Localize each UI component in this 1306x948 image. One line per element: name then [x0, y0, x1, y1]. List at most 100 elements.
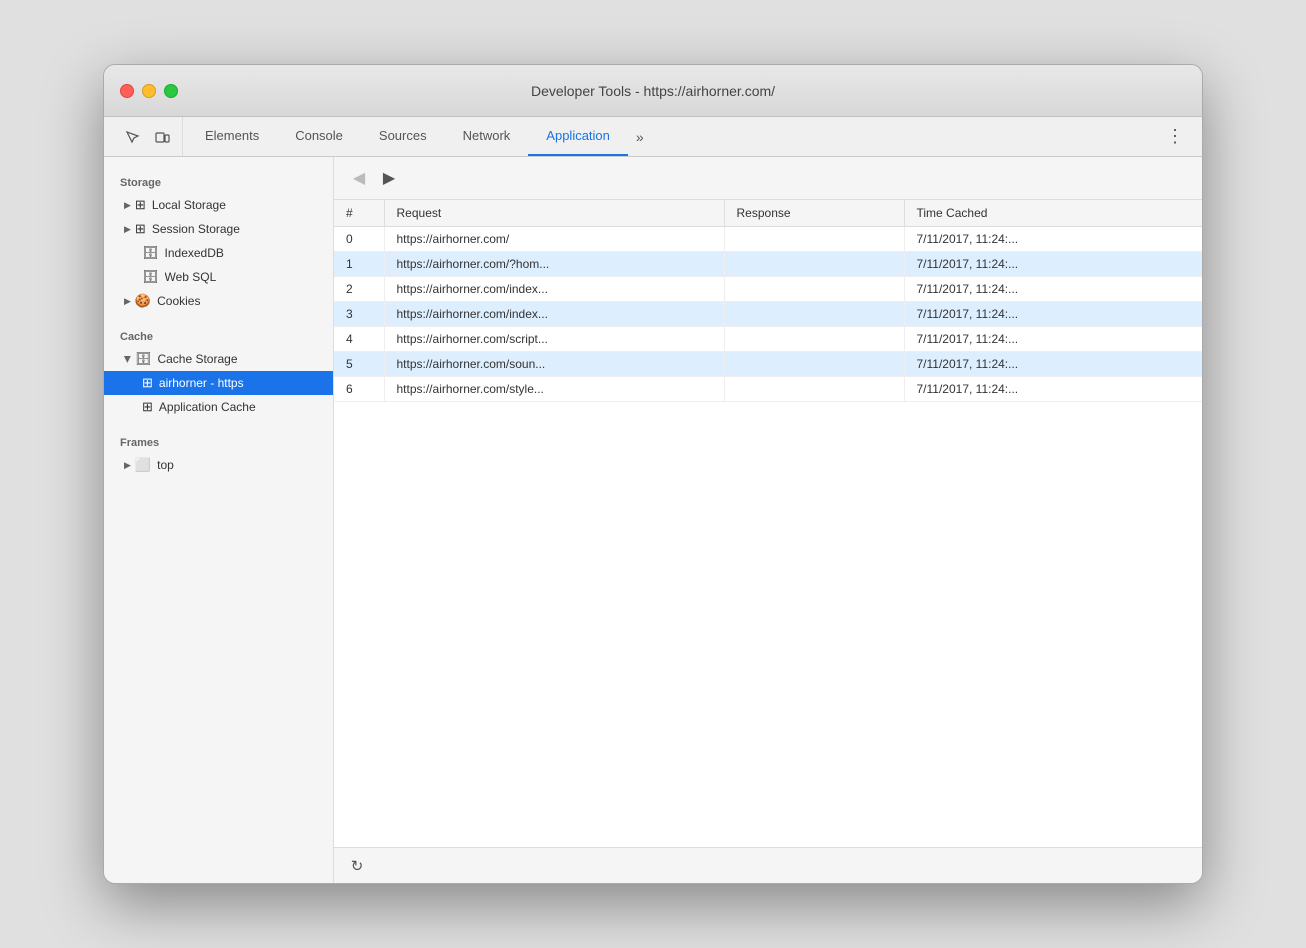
app-cache-icon: ⊞ — [142, 399, 153, 415]
table-header-row: # Request Response Time Cached — [334, 200, 1202, 227]
main-content: Storage ▶ ⊞ Local Storage ▶ ⊞ Session St… — [104, 157, 1202, 883]
top-label: top — [157, 458, 174, 472]
airhorner-label: airhorner - https — [159, 376, 244, 390]
indexeddb-label: IndexedDB — [165, 246, 224, 260]
cell-response — [724, 277, 904, 302]
sidebar-item-cache-storage[interactable]: ▶ 🗄 Cache Storage — [104, 347, 333, 371]
sidebar-item-top[interactable]: ▶ ⬜ top — [104, 453, 333, 477]
cell-response — [724, 302, 904, 327]
cache-section-label: Cache — [104, 321, 333, 347]
session-storage-icon: ⊞ — [135, 221, 146, 237]
cell-response — [724, 327, 904, 352]
tabbar: Elements Console Sources Network Applica… — [104, 117, 1202, 157]
content-panel: ◀ ▶ # Request Response Time Cached — [334, 157, 1202, 883]
arrow-expanded-icon: ▶ — [122, 356, 133, 363]
table-row[interactable]: 5 https://airhorner.com/soun... 7/11/201… — [334, 352, 1202, 377]
cell-time: 7/11/2017, 11:24:... — [904, 252, 1202, 277]
cell-request: https://airhorner.com/ — [384, 227, 724, 252]
app-cache-label: Application Cache — [159, 400, 256, 414]
cache-table: # Request Response Time Cached 0 https:/… — [334, 200, 1202, 847]
cache-storage-label: Cache Storage — [157, 352, 237, 366]
tab-console[interactable]: Console — [277, 117, 361, 156]
minimize-button[interactable] — [142, 84, 156, 98]
content-toolbar: ◀ ▶ — [334, 157, 1202, 200]
cell-num: 0 — [334, 227, 384, 252]
cell-num: 6 — [334, 377, 384, 402]
local-storage-icon: ⊞ — [135, 197, 146, 213]
cell-request: https://airhorner.com/index... — [384, 277, 724, 302]
devtools-icons — [112, 117, 183, 156]
websql-icon: 🗄 — [142, 269, 159, 285]
cell-time: 7/11/2017, 11:24:... — [904, 377, 1202, 402]
session-storage-label: Session Storage — [152, 222, 240, 236]
cell-request: https://airhorner.com/style... — [384, 377, 724, 402]
cell-request: https://airhorner.com/soun... — [384, 352, 724, 377]
inspect-icon[interactable] — [120, 125, 144, 149]
cell-num: 1 — [334, 252, 384, 277]
sidebar-item-cookies[interactable]: ▶ 🍪 Cookies — [104, 289, 333, 313]
cookies-label: Cookies — [157, 294, 200, 308]
cell-time: 7/11/2017, 11:24:... — [904, 352, 1202, 377]
table-row[interactable]: 6 https://airhorner.com/style... 7/11/20… — [334, 377, 1202, 402]
top-frame-icon: ⬜ — [135, 457, 151, 473]
tabbar-spacer — [652, 117, 1156, 156]
window-title: Developer Tools - https://airhorner.com/ — [531, 83, 775, 99]
table-row[interactable]: 4 https://airhorner.com/script... 7/11/2… — [334, 327, 1202, 352]
table-body: 0 https://airhorner.com/ 7/11/2017, 11:2… — [334, 227, 1202, 402]
table-row[interactable]: 0 https://airhorner.com/ 7/11/2017, 11:2… — [334, 227, 1202, 252]
col-header-num: # — [334, 200, 384, 227]
cell-num: 3 — [334, 302, 384, 327]
tabs-more-button[interactable]: » — [628, 117, 652, 156]
storage-section-label: Storage — [104, 167, 333, 193]
tab-application[interactable]: Application — [528, 117, 628, 156]
cell-request: https://airhorner.com/?hom... — [384, 252, 724, 277]
cache-storage-icon: 🗄 — [135, 351, 152, 367]
cell-response — [724, 352, 904, 377]
cell-request: https://airhorner.com/script... — [384, 327, 724, 352]
sidebar-item-session-storage[interactable]: ▶ ⊞ Session Storage — [104, 217, 333, 241]
cell-response — [724, 252, 904, 277]
devtools-window: Developer Tools - https://airhorner.com/… — [103, 64, 1203, 884]
indexeddb-icon: 🗄 — [142, 245, 159, 261]
cell-num: 5 — [334, 352, 384, 377]
arrow-icon: ▶ — [124, 200, 131, 211]
airhorner-icon: ⊞ — [142, 375, 153, 391]
col-header-time: Time Cached — [904, 200, 1202, 227]
forward-button[interactable]: ▶ — [376, 165, 402, 191]
col-header-response: Response — [724, 200, 904, 227]
tab-elements[interactable]: Elements — [187, 117, 277, 156]
cell-num: 4 — [334, 327, 384, 352]
cell-request: https://airhorner.com/index... — [384, 302, 724, 327]
cell-time: 7/11/2017, 11:24:... — [904, 227, 1202, 252]
cell-time: 7/11/2017, 11:24:... — [904, 302, 1202, 327]
table-row[interactable]: 2 https://airhorner.com/index... 7/11/20… — [334, 277, 1202, 302]
traffic-lights — [120, 84, 178, 98]
sidebar: Storage ▶ ⊞ Local Storage ▶ ⊞ Session St… — [104, 157, 334, 883]
bottom-bar: ↻ — [334, 847, 1202, 883]
arrow-icon: ▶ — [124, 224, 131, 235]
back-button[interactable]: ◀ — [346, 165, 372, 191]
table-row[interactable]: 3 https://airhorner.com/index... 7/11/20… — [334, 302, 1202, 327]
cookies-icon: 🍪 — [135, 293, 151, 309]
tab-network[interactable]: Network — [445, 117, 529, 156]
arrow-icon: ▶ — [124, 296, 131, 307]
websql-label: Web SQL — [165, 270, 217, 284]
sidebar-item-websql[interactable]: 🗄 Web SQL — [104, 265, 333, 289]
local-storage-label: Local Storage — [152, 198, 226, 212]
requests-table: # Request Response Time Cached 0 https:/… — [334, 200, 1202, 402]
sidebar-item-airhorner[interactable]: ⊞ airhorner - https — [104, 371, 333, 395]
devtools-menu-button[interactable]: ⋮ — [1156, 117, 1194, 156]
close-button[interactable] — [120, 84, 134, 98]
sidebar-item-local-storage[interactable]: ▶ ⊞ Local Storage — [104, 193, 333, 217]
maximize-button[interactable] — [164, 84, 178, 98]
device-toggle-icon[interactable] — [150, 125, 174, 149]
sidebar-item-indexeddb[interactable]: 🗄 IndexedDB — [104, 241, 333, 265]
cell-response — [724, 377, 904, 402]
reload-button[interactable]: ↻ — [346, 855, 368, 877]
cell-time: 7/11/2017, 11:24:... — [904, 327, 1202, 352]
sidebar-item-app-cache[interactable]: ⊞ Application Cache — [104, 395, 333, 419]
table-row[interactable]: 1 https://airhorner.com/?hom... 7/11/201… — [334, 252, 1202, 277]
tab-sources[interactable]: Sources — [361, 117, 445, 156]
titlebar: Developer Tools - https://airhorner.com/ — [104, 65, 1202, 117]
cell-num: 2 — [334, 277, 384, 302]
